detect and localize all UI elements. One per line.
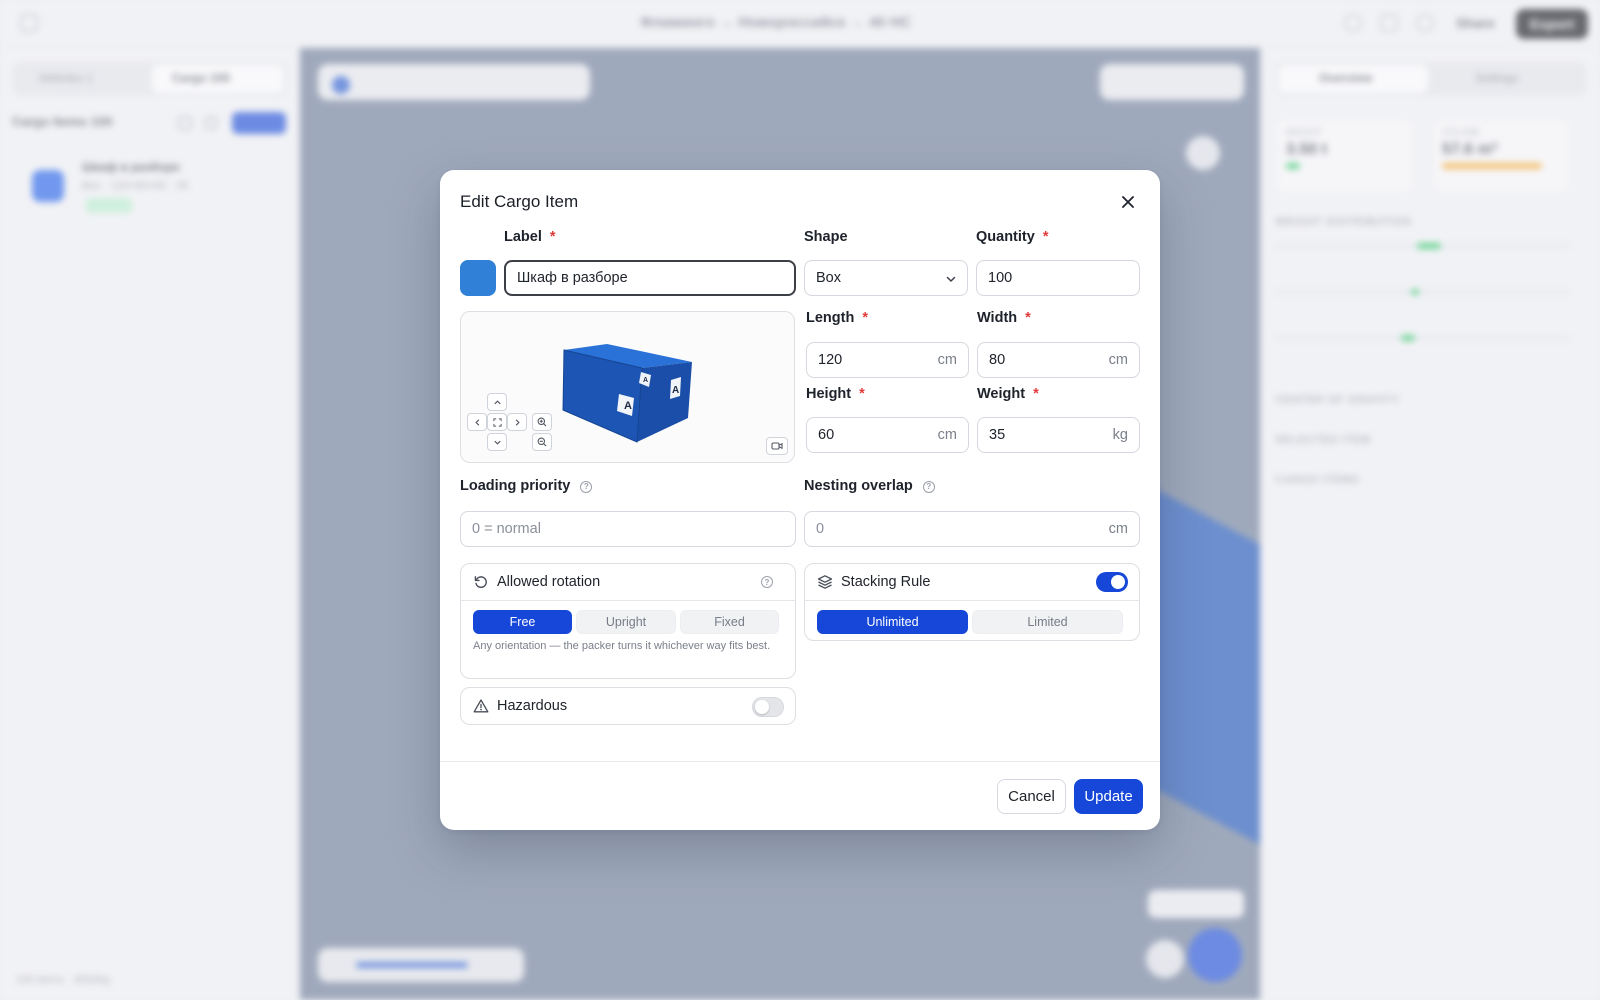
rotate-icon (474, 576, 487, 588)
hazardous-toggle[interactable] (752, 697, 784, 717)
update-button[interactable]: Update (1074, 779, 1143, 814)
quantity-input[interactable]: 100 (976, 260, 1140, 296)
pan-left-button[interactable] (467, 413, 487, 431)
width-input[interactable]: 80 cm (977, 342, 1140, 378)
chevron-right-icon (515, 418, 520, 426)
chevron-down-icon (946, 276, 956, 282)
chevron-left-icon (474, 418, 479, 426)
chevron-down-icon (493, 440, 501, 445)
color-swatch[interactable] (460, 260, 496, 296)
height-field-label: Height * (806, 386, 865, 402)
camera-button[interactable] (766, 437, 788, 455)
label-input[interactable]: Шкаф в разборе (504, 260, 796, 296)
pan-up-button[interactable] (487, 393, 507, 411)
nesting-overlap-input[interactable]: 0 cm (804, 511, 1140, 547)
fit-view-button[interactable] (487, 413, 507, 431)
stacking-rule-toggle[interactable] (1096, 572, 1128, 592)
layers-icon (817, 575, 833, 589)
zoom-out-button[interactable] (532, 433, 552, 451)
rotation-segmented-control: Free Upright Fixed (473, 610, 779, 634)
zoom-in-icon (537, 417, 547, 427)
dialog-footer-divider (440, 761, 1160, 762)
close-icon[interactable] (1118, 192, 1138, 212)
chevron-up-icon (493, 399, 501, 404)
hazardous-panel: Hazardous (460, 687, 796, 725)
svg-text:A: A (624, 400, 632, 412)
help-icon[interactable]: ? (580, 480, 593, 493)
weight-input[interactable]: 35 kg (977, 417, 1140, 453)
shape-preview[interactable]: A A A (460, 311, 795, 463)
rotation-option-upright[interactable]: Upright (576, 610, 676, 634)
zoom-out-icon (537, 437, 547, 447)
edit-cargo-dialog: Edit Cargo Item Label * Шкаф в разборе Sh… (440, 170, 1160, 830)
cancel-button[interactable]: Cancel (997, 779, 1066, 814)
help-icon[interactable]: ? (922, 480, 935, 493)
pan-down-button[interactable] (487, 433, 507, 451)
stacking-option-unlimited[interactable]: Unlimited (817, 610, 968, 634)
stacking-segmented-control: Unlimited Limited (817, 610, 1123, 634)
video-camera-icon (771, 442, 783, 450)
fullscreen-icon (492, 417, 502, 427)
svg-text:A: A (643, 377, 648, 384)
help-icon[interactable]: ? (761, 576, 773, 588)
quantity-field-label: Quantity * (976, 229, 1049, 245)
box-3d-preview: A A A (562, 344, 692, 443)
warning-triangle-icon (473, 699, 489, 713)
weight-field-label: Weight * (977, 386, 1039, 402)
svg-text:A: A (672, 385, 679, 396)
height-input[interactable]: 60 cm (806, 417, 969, 453)
label-field-label: Label * (504, 229, 556, 245)
stacking-option-limited[interactable]: Limited (972, 610, 1123, 634)
shape-select[interactable]: Box (804, 260, 968, 296)
pan-right-button[interactable] (507, 413, 527, 431)
hazardous-title: Hazardous (497, 698, 568, 714)
rotation-option-free[interactable]: Free (473, 610, 572, 634)
shape-field-label: Shape (804, 229, 848, 245)
dialog-title: Edit Cargo Item (460, 192, 579, 211)
rotation-hint: Any orientation — the packer turns it wh… (473, 640, 771, 652)
width-field-label: Width * (977, 310, 1031, 326)
length-field-label: Length * (806, 310, 868, 326)
stacking-rule-title: Stacking Rule (841, 574, 931, 590)
allowed-rotation-panel: Allowed rotation ? Free Upright Fixed An… (460, 563, 796, 679)
allowed-rotation-title: Allowed rotation (497, 574, 601, 590)
rotation-option-fixed[interactable]: Fixed (680, 610, 779, 634)
zoom-in-button[interactable] (532, 413, 552, 431)
nesting-overlap-label: Nesting overlap? (804, 478, 935, 494)
loading-priority-label: Loading priority? (460, 478, 593, 494)
length-input[interactable]: 120 cm (806, 342, 969, 378)
stacking-rule-panel: Stacking Rule Unlimited Limited (804, 563, 1140, 641)
loading-priority-input[interactable]: 0 = normal (460, 511, 796, 547)
